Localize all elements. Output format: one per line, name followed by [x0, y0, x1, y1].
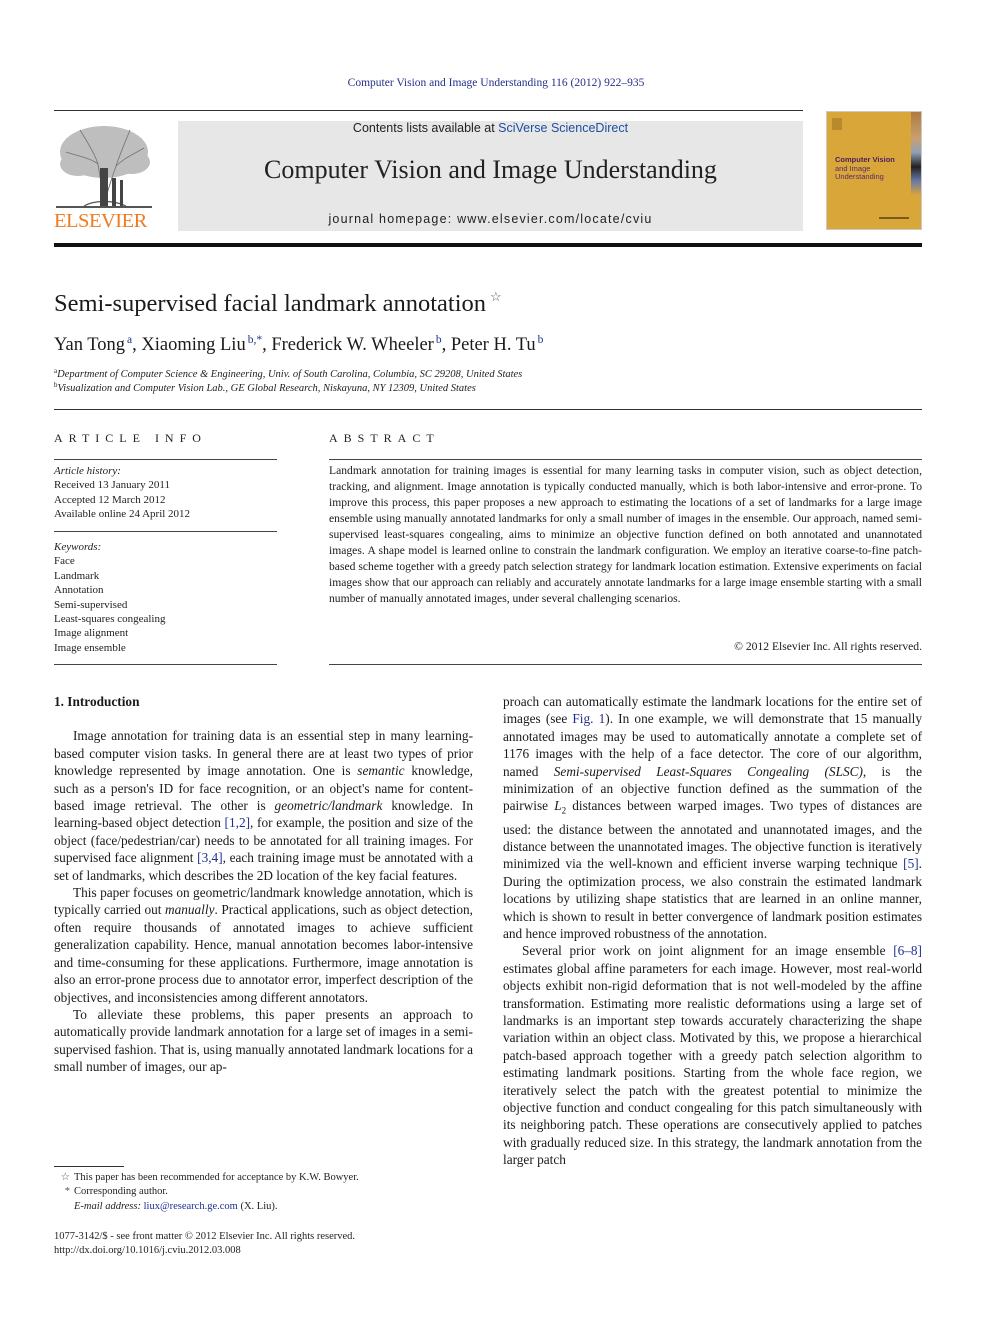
- citation-link[interactable]: [5]: [903, 856, 919, 871]
- keyword-item: Semi-supervised: [54, 598, 128, 611]
- journal-cover-thumbnail[interactable]: Computer Vision and Image Understanding: [826, 111, 922, 230]
- abstract-text: Landmark annotation for training images …: [329, 464, 922, 605]
- article-title: Semi-supervised facial landmark annotati…: [54, 289, 502, 317]
- article-info-heading: ARTICLE INFO: [54, 431, 207, 445]
- abstract-copyright: © 2012 Elsevier Inc. All rights reserved…: [734, 640, 922, 653]
- citation-link[interactable]: [1,2]: [225, 815, 250, 830]
- cover-title: Computer Vision and Image Understanding: [835, 155, 895, 181]
- divider: [329, 459, 922, 460]
- footnote-email: E-mail address: liux@research.ge.com (X.…: [74, 1201, 278, 1212]
- history-item: Received 13 January 2011: [54, 479, 170, 492]
- author: Frederick W. Wheeler: [271, 335, 434, 355]
- abstract-heading: ABSTRACT: [329, 431, 440, 445]
- divider: [54, 409, 922, 410]
- body-paragraph: To alleviate these problems, this paper …: [54, 1006, 473, 1075]
- author-affiliation-mark[interactable]: b,*: [248, 334, 262, 346]
- author: Yan Tong: [54, 335, 126, 355]
- author: Xiaoming Liu: [141, 335, 246, 355]
- body-paragraph: Several prior work on joint alignment fo…: [503, 943, 922, 1168]
- cover-footer-mark: [879, 217, 909, 219]
- author-affiliation-mark[interactable]: b: [436, 334, 442, 346]
- contents-prefix: Contents lists available at: [352, 121, 499, 135]
- body-paragraph: This paper focuses on geometric/landmark…: [54, 885, 473, 1005]
- keyword-item: Annotation: [54, 584, 104, 597]
- keywords-list: Face Landmark Annotation Semi-supervised Lea…: [54, 554, 277, 655]
- email-link[interactable]: liux@research.ge.com: [144, 1201, 238, 1212]
- journal-title: Computer Vision and Image Understanding: [264, 155, 717, 184]
- title-footnote-star-icon[interactable]: ☆: [490, 289, 502, 304]
- keyword-item: Image alignment: [54, 627, 129, 640]
- sciencedirect-link[interactable]: SciVerse ScienceDirect: [498, 121, 628, 135]
- article-history: Article history: Received 13 January 201…: [54, 464, 277, 522]
- footnote-asterisk-icon: *: [64, 1186, 70, 1197]
- divider: [54, 110, 803, 111]
- emphasis: semantic: [357, 763, 405, 779]
- journal-homepage-link[interactable]: journal homepage: www.elsevier.com/locat…: [178, 212, 803, 226]
- cover-stripe: [911, 112, 921, 229]
- emphasis: L: [554, 798, 562, 814]
- body-paragraph: Image annotation for training data is an…: [54, 728, 473, 883]
- author-affiliation-mark[interactable]: a: [127, 334, 132, 346]
- author: Peter H. Tu: [450, 335, 536, 355]
- right-paragraphs: proach can automatically estimate the la…: [503, 693, 922, 1169]
- emphasis: geometric/landmark: [274, 798, 383, 814]
- divider: [54, 664, 277, 665]
- history-item: Available online 24 April 2012: [54, 508, 191, 521]
- footnote-recommendation: ☆ This paper has been recommended for acc…: [54, 1171, 359, 1183]
- issn-line: 1077-3142/$ - see front matter © 2012 El…: [54, 1231, 356, 1242]
- footnote-divider: [54, 1166, 124, 1167]
- divider: [54, 459, 277, 460]
- section-heading-introduction: 1. Introduction: [54, 694, 140, 709]
- subscript: 2: [561, 806, 567, 817]
- author-list: Yan Tong a, Xiaoming Liu b,*, Frederick W.…: [54, 334, 544, 355]
- left-paragraphs: Image annotation for training data is an…: [54, 727, 473, 1075]
- history-item: Accepted 12 March 2012: [54, 493, 166, 506]
- divider: [54, 531, 277, 532]
- history-list: Received 13 January 2011 Accepted 12 Marc…: [54, 478, 277, 521]
- keyword-item: Least-squares congealing: [54, 613, 166, 626]
- keywords: Keywords: Face Landmark Annotation Semi-sup…: [54, 540, 277, 655]
- doi-link[interactable]: http://dx.doi.org/10.1016/j.cviu.2012.03…: [54, 1245, 241, 1256]
- emphasis: Semi-supervised Least-Squares Congealing…: [553, 763, 863, 779]
- journal-masthead: Contents lists available at SciVerse Sci…: [178, 121, 803, 231]
- footnote-corresponding: * Corresponding author.: [54, 1186, 168, 1197]
- contents-line: Contents lists available at SciVerse Sci…: [178, 121, 803, 135]
- affiliation-b: bVisualization and Computer Vision Lab.,…: [54, 381, 476, 394]
- keyword-item: Face: [54, 555, 75, 568]
- cover-emblem-icon: [832, 118, 842, 130]
- keyword-item: Landmark: [54, 569, 100, 582]
- elsevier-wordmark: ELSEVIER: [54, 210, 147, 232]
- footnote-star-icon: ☆: [60, 1172, 70, 1183]
- citation-link[interactable]: [3,4]: [197, 850, 222, 865]
- author-affiliation-mark[interactable]: b: [538, 334, 544, 346]
- body-column-right: proach can automatically estimate the la…: [503, 693, 922, 1169]
- citation-link[interactable]: Fig. 1: [572, 711, 605, 726]
- header-thick-divider: [54, 243, 922, 247]
- body-paragraph: proach can automatically estimate the la…: [503, 694, 922, 941]
- emphasis: manually: [164, 902, 215, 918]
- journal-reference[interactable]: Computer Vision and Image Understanding …: [0, 77, 992, 89]
- body-column-left: 1. Introduction Image annotation for tra…: [54, 693, 473, 1076]
- divider: [329, 664, 922, 665]
- affiliation-a: aDepartment of Computer Science & Engine…: [54, 367, 523, 380]
- keyword-item: Image ensemble: [54, 641, 126, 654]
- citation-link[interactable]: [6–8]: [893, 943, 922, 958]
